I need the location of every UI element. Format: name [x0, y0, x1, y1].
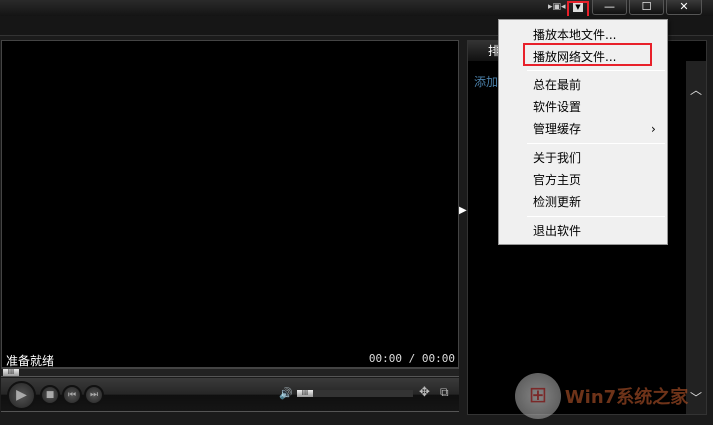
watermark: ⊞ Win7系统之家	[515, 373, 688, 419]
menu-item-check-update[interactable]: 检测更新	[533, 192, 581, 212]
menu-item-always-on-top[interactable]: 总在最前	[533, 75, 581, 95]
scroll-down-icon[interactable]: ﹀	[690, 389, 702, 406]
time-display: 00:00 / 00:00	[368, 352, 455, 365]
menu-separator	[527, 70, 665, 71]
windows-logo-icon: ⊞	[515, 373, 561, 419]
maximize-button[interactable]: ☐	[629, 0, 664, 15]
playlist-scrollbar[interactable]: ︿ ﹀	[686, 61, 706, 414]
title-bar: ▸▣◂ ▼ — ☐ ✕	[0, 0, 713, 16]
menu-item-settings[interactable]: 软件设置	[533, 97, 581, 117]
previous-button[interactable]: ⏮	[62, 385, 82, 405]
seek-bar[interactable]: III	[1, 368, 459, 377]
next-button[interactable]: ⏭	[84, 385, 104, 405]
status-text: 准备就绪	[6, 354, 55, 368]
network-item-highlight	[523, 43, 652, 66]
menu-item-exit[interactable]: 退出软件	[533, 221, 581, 241]
fullscreen-icon[interactable]: ✥	[419, 385, 430, 400]
stop-button[interactable]: ■	[40, 385, 60, 405]
play-button[interactable]: ▶	[7, 381, 36, 410]
menu-item-play-local[interactable]: 播放本地文件...	[533, 25, 616, 45]
menu-separator	[527, 143, 665, 144]
watermark-text: Win7系统之家	[564, 387, 689, 408]
video-area[interactable]	[1, 40, 459, 368]
add-hint[interactable]: 添加	[474, 73, 498, 90]
volume-icon[interactable]: 🔊	[279, 387, 293, 400]
menu-item-about[interactable]: 关于我们	[533, 148, 581, 168]
seek-thumb[interactable]: III	[3, 369, 19, 376]
volume-thumb[interactable]: III	[297, 390, 313, 397]
add-playlist-icon[interactable]: ⧉	[440, 385, 449, 400]
close-button[interactable]: ✕	[666, 0, 702, 15]
scroll-up-icon[interactable]: ︿	[690, 81, 702, 98]
submenu-arrow-icon: ›	[651, 122, 656, 136]
minimize-button[interactable]: —	[592, 0, 627, 15]
menu-item-manage-cache[interactable]: 管理缓存	[533, 119, 581, 139]
control-bar: ▶ ■ ⏮ ⏭ 🔊 III ✥ ⧉	[1, 378, 459, 412]
menu-separator	[527, 216, 665, 217]
mini-mode-icon[interactable]: ▸▣◂	[548, 2, 566, 12]
menu-item-homepage[interactable]: 官方主页	[533, 170, 581, 190]
volume-slider[interactable]: III	[297, 390, 413, 397]
toggle-playlist-icon[interactable]: ▶	[459, 205, 467, 216]
